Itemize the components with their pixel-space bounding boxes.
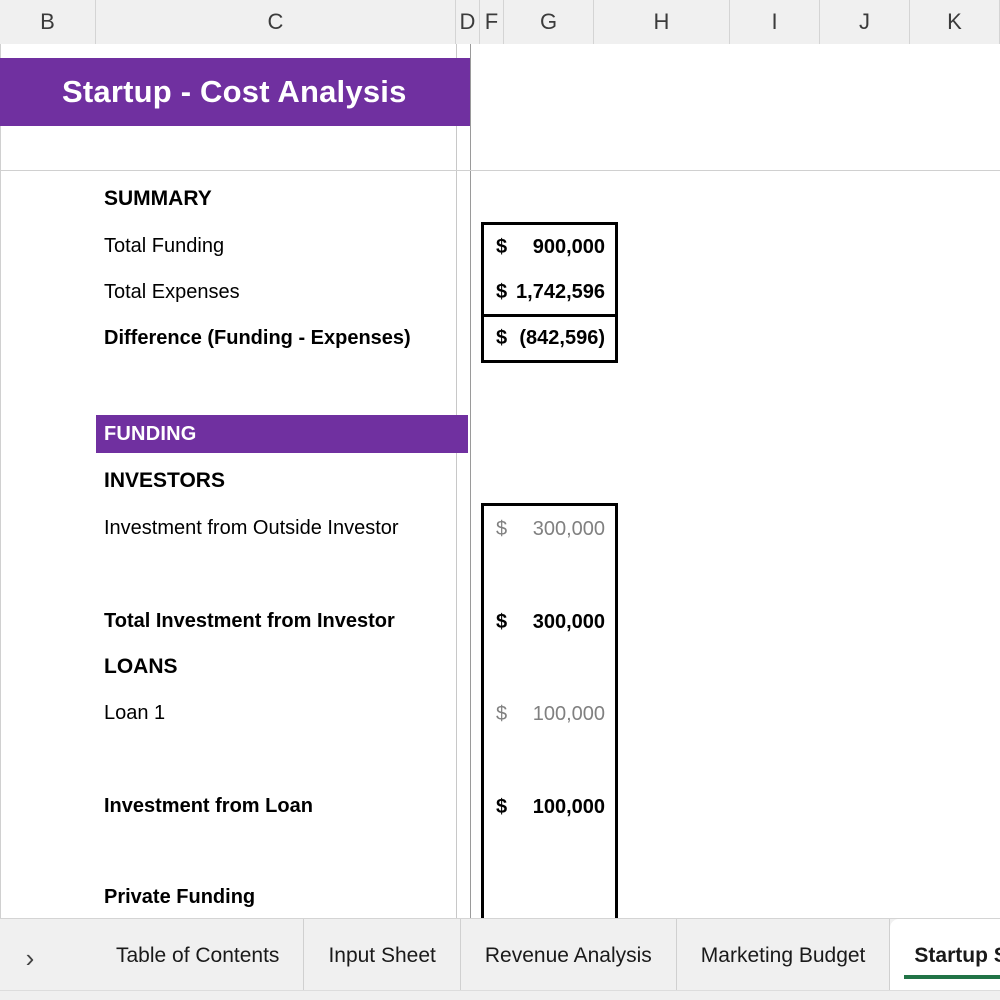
amount-text: 1,742,596 [516,280,605,303]
sheet-tab-label: Startup Sum [914,944,1000,967]
sheet-tab-input-sheet[interactable]: Input Sheet [304,919,461,993]
tabbar-bottom-edge [0,990,1000,1000]
loan-line-label: Loan 1 [104,701,166,724]
spreadsheet-window: B C D F G H I J K Startup - Cost Analysi… [0,0,1000,1000]
active-tab-underline [904,975,1000,979]
sheet-tab-label: Table of Contents [116,944,280,967]
column-header-b[interactable]: B [0,0,96,44]
sheet-tab-startup-summary[interactable]: Startup Sum [890,919,1000,993]
funding-banner-label: FUNDING [104,422,197,445]
summary-row-label-total-funding: Total Funding [104,234,225,257]
summary-box-border-right [615,222,618,363]
investors-heading: INVESTORS [104,469,225,492]
summary-box-border-bottom [481,360,618,363]
amount-text: 100,000 [532,702,605,725]
summary-heading: SUMMARY [104,187,212,210]
amount-text: (842,596) [519,327,605,349]
investor-line-label: Investment from Outside Investor [104,516,399,539]
gridline-col-f-left [470,44,471,918]
sheet-tab-bar: › Table of Contents Input Sheet Revenue … [0,918,1000,1000]
gridline-col-d-left [456,44,457,918]
column-header-g[interactable]: G [504,0,594,44]
loan-line-value[interactable]: $ 100,000 [484,692,615,736]
gridline-col-a-right [0,44,1,918]
column-header-j[interactable]: J [820,0,910,44]
column-header-f[interactable]: F [480,0,504,44]
sheet-title: Startup - Cost Analysis [62,74,407,109]
sheet-title-banner: Startup - Cost Analysis [0,58,470,126]
sheet-tab-revenue-analysis[interactable]: Revenue Analysis [461,919,677,993]
loan-total-label: Investment from Loan [104,794,313,817]
column-header-c[interactable]: C [96,0,456,44]
amount-text: 300,000 [532,610,605,633]
summary-row-label-difference: Difference (Funding - Expenses) [104,326,411,349]
loan-total-value[interactable]: $ 100,000 [484,785,615,829]
currency-symbol: $ [496,280,508,303]
column-header-h[interactable]: H [594,0,730,44]
funding-box-border-right [615,503,618,918]
worksheet-grid[interactable]: Startup - Cost Analysis SUMMARY Total Fu… [0,44,1000,918]
currency-symbol: $ [496,702,508,725]
amount-text: 300,000 [532,517,605,540]
loans-heading: LOANS [104,655,178,678]
summary-value-total-funding[interactable]: $ 900,000 [484,225,615,269]
investor-total-value[interactable]: $ 300,000 [484,600,615,644]
currency-symbol: $ [496,235,508,258]
column-header-row: B C D F G H I J K [0,0,1000,44]
sheet-tab-table-of-contents[interactable]: Table of Contents [92,919,305,993]
summary-value-difference[interactable]: $ (842,596) [484,317,615,360]
column-header-d[interactable]: D [456,0,480,44]
sheet-tab-label: Input Sheet [328,944,436,967]
column-header-i[interactable]: I [730,0,820,44]
gridline-row-top [0,170,1000,171]
amount-text: 100,000 [532,795,605,818]
currency-symbol: $ [496,327,508,349]
investor-line-value[interactable]: $ 300,000 [484,507,615,551]
investor-total-label: Total Investment from Investor [104,609,395,632]
summary-value-total-expenses[interactable]: $ 1,742,596 [484,270,615,314]
sheet-tab-label: Marketing Budget [700,944,866,967]
private-funding-heading: Private Funding [104,885,256,908]
currency-symbol: $ [496,795,508,818]
sheet-tab-label: Revenue Analysis [484,944,652,967]
currency-symbol: $ [496,610,508,633]
sheet-tab-marketing-budget[interactable]: Marketing Budget [677,919,891,993]
chevron-right-icon[interactable]: › [8,933,52,983]
column-header-k[interactable]: K [910,0,1000,44]
sheet-tabs: Table of Contents Input Sheet Revenue An… [92,919,1000,993]
funding-box-border-top [481,503,618,506]
funding-section-banner: FUNDING [96,415,468,453]
summary-row-label-total-expenses: Total Expenses [104,280,240,303]
amount-text: 900,000 [532,235,605,258]
currency-symbol: $ [496,517,508,540]
